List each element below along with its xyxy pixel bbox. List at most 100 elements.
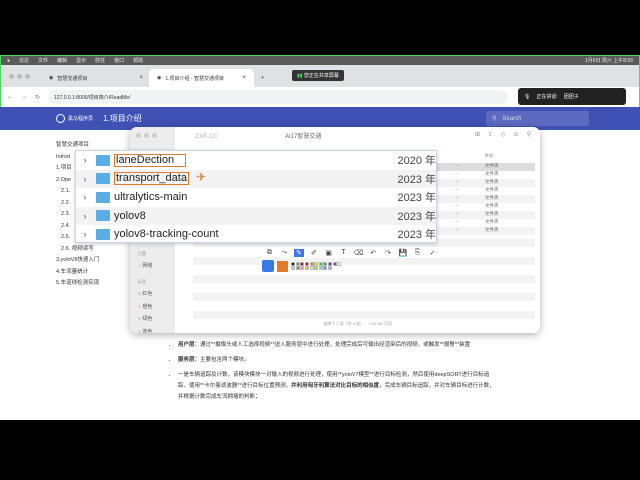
annotation-toolbar: ⧉ ⤳ ✎ ✐ ▣ T ⌫ ↶ ↷ 💾 ⎘ ✓ — [262, 248, 440, 275]
tag-item[interactable]: ● 蓝色 — [138, 326, 152, 334]
empty-row — [193, 302, 535, 310]
folder-row[interactable]: › transport_data 2023 年 — [76, 169, 436, 188]
clock[interactable]: 1月6日 周六 上午8:56 — [585, 57, 633, 64]
url-input[interactable]: 127.0.0.1:8000/项目简介/ReadMe/ — [48, 90, 509, 104]
menu-file[interactable]: 文件 — [38, 57, 48, 64]
content-bullet: 一是车辆追踪及计数，该模块模块一对输入的视频进行处理，使用**yoloV7模型*… — [178, 370, 500, 403]
page-title: 1.项目介绍 — [103, 114, 142, 123]
tag-item[interactable]: ● 绿色 — [138, 313, 152, 326]
folder-icon — [96, 173, 110, 185]
forward-icon[interactable]: → — [21, 94, 27, 100]
empty-row — [193, 284, 535, 292]
tag-item[interactable]: ● 橙色 — [138, 301, 152, 314]
empty-row — [193, 275, 535, 283]
sidebar-network[interactable]: ◌ 网络 — [138, 262, 152, 269]
menu-finder[interactable]: 访达 — [19, 57, 29, 64]
anno-tool-11[interactable]: ✓ — [427, 249, 438, 257]
color-swatch[interactable] — [305, 266, 310, 271]
search-input[interactable]: ⚲ Search — [486, 111, 589, 126]
color-swatch[interactable] — [337, 261, 342, 266]
tab-project[interactable]: ◉ 智慧交通项目 × — [41, 69, 151, 87]
folder-row[interactable]: › ultralytics-main 2023 年 — [76, 188, 437, 207]
reload-icon[interactable]: ↻ — [35, 94, 40, 101]
color-swatch[interactable] — [291, 261, 296, 266]
tab-intro[interactable]: ◉ 1.项目介绍 - 智慧交通项目 × — [149, 69, 254, 87]
folder-row[interactable]: › yolov8 2023 年 — [76, 206, 436, 225]
color-swatch[interactable] — [309, 266, 314, 271]
chevron-right-icon[interactable]: › — [78, 155, 92, 165]
anno-tool-9[interactable]: 💾 — [397, 249, 408, 257]
color-swatch[interactable] — [328, 261, 333, 266]
folder-row[interactable]: › laneDection 2020 年 — [76, 151, 436, 170]
nav-item[interactable]: 2.6. 视频读写 — [56, 244, 99, 256]
anno-tool-7[interactable]: ↶ — [368, 249, 379, 257]
color-swatch[interactable] — [323, 261, 328, 266]
anno-tool-1[interactable]: ⤳ — [279, 249, 290, 257]
zoomed-folder-list: › laneDection 2020 年 › transport_data 2023 年 ›… — [75, 150, 437, 243]
brush-size-button[interactable] — [262, 260, 274, 272]
anno-tool-10[interactable]: ⎘ — [412, 249, 423, 257]
window-controls[interactable] — [9, 74, 30, 79]
watermark: zxit.cc — [195, 131, 218, 140]
nav-item[interactable]: 3.yoloV8快速入门 — [56, 255, 99, 267]
chevron-right-icon[interactable]: › — [78, 211, 92, 221]
anno-tool-3[interactable]: ✐ — [308, 249, 319, 257]
color-swatch[interactable] — [300, 266, 305, 271]
current-color[interactable] — [277, 260, 288, 272]
folder-icon — [96, 191, 110, 203]
anno-tool-0[interactable]: ⧉ — [264, 249, 275, 257]
mac-menubar: ● 访达 文件 编辑 显示 前往 窗口 帮助 1月6日 周六 上午8:56 — [0, 55, 640, 65]
color-swatch[interactable] — [291, 266, 296, 271]
finder-toolbar[interactable]: ⊞⇪◇⊙⚲ — [475, 131, 539, 138]
color-swatch[interactable] — [305, 261, 310, 266]
chevron-right-icon[interactable]: › — [78, 229, 92, 239]
back-icon[interactable]: ← — [7, 94, 13, 100]
new-tab-button[interactable]: + — [253, 69, 272, 87]
logo[interactable]: 黑马程序员 — [56, 114, 93, 123]
menu-help[interactable]: 帮助 — [133, 57, 143, 64]
color-swatch[interactable] — [314, 261, 319, 266]
finder-title: AI17智慧交通 — [285, 134, 322, 140]
chevron-right-icon[interactable]: › — [78, 174, 92, 184]
annotation-scribble: ✈ — [196, 170, 207, 184]
nav-item[interactable]: 4.车流量统计 — [56, 267, 99, 279]
chevron-right-icon[interactable]: › — [78, 192, 92, 202]
color-swatch[interactable] — [323, 266, 328, 271]
color-swatch[interactable] — [309, 261, 314, 266]
anno-tool-2[interactable]: ✎ — [293, 249, 305, 257]
color-swatch[interactable] — [295, 266, 300, 271]
folder-icon — [96, 228, 110, 240]
favicon-icon: ◉ — [49, 75, 54, 81]
speaking-indicator: 🎙 正在讲话: 团团子 — [518, 88, 626, 105]
anno-tool-6[interactable]: ⌫ — [353, 249, 364, 257]
color-swatch[interactable] — [295, 261, 300, 266]
tag-item[interactable]: ● 红色 — [138, 288, 152, 301]
close-tab-icon[interactable]: × — [242, 75, 246, 81]
close-tab-icon[interactable]: × — [139, 75, 143, 81]
menu-window[interactable]: 窗口 — [114, 57, 124, 64]
color-swatch[interactable] — [328, 266, 333, 271]
doc-content: 用户层：通过**摄像头或人工选择视频**送入服务层中进行处理，处理完成后可输出经… — [170, 340, 500, 407]
search-icon: ⚲ — [492, 116, 497, 122]
color-swatch[interactable] — [332, 261, 337, 266]
menu-edit[interactable]: 编辑 — [57, 57, 67, 64]
color-swatch[interactable] — [300, 261, 305, 266]
empty-row — [193, 293, 535, 301]
menu-view[interactable]: 显示 — [76, 57, 86, 64]
nav-item[interactable]: 5.车道线检测实现 — [56, 278, 99, 290]
anno-tool-5[interactable]: T — [338, 249, 349, 257]
folder-icon — [96, 154, 110, 166]
folder-row[interactable]: › yolov8-tracking-count 2023 年 — [76, 225, 437, 244]
apple-icon[interactable]: ● — [7, 58, 10, 64]
window-controls[interactable] — [136, 133, 157, 138]
anno-tool-8[interactable]: ↷ — [383, 249, 394, 257]
content-bullet: 用户层：通过**摄像头或人工选择视频**送入服务层中进行处理，处理完成后可输出经… — [178, 340, 500, 351]
black-bottom-bar — [0, 420, 640, 480]
color-swatch[interactable] — [318, 261, 323, 266]
color-swatch[interactable] — [318, 266, 323, 271]
mic-icon: 🎙 — [524, 93, 531, 100]
anno-tool-4[interactable]: ▣ — [323, 249, 334, 257]
menu-go[interactable]: 前往 — [95, 57, 105, 64]
color-swatch[interactable] — [314, 266, 319, 271]
finder-status: 选择了 1 项（共 9 项），7.63 GB 可用 — [323, 321, 392, 326]
